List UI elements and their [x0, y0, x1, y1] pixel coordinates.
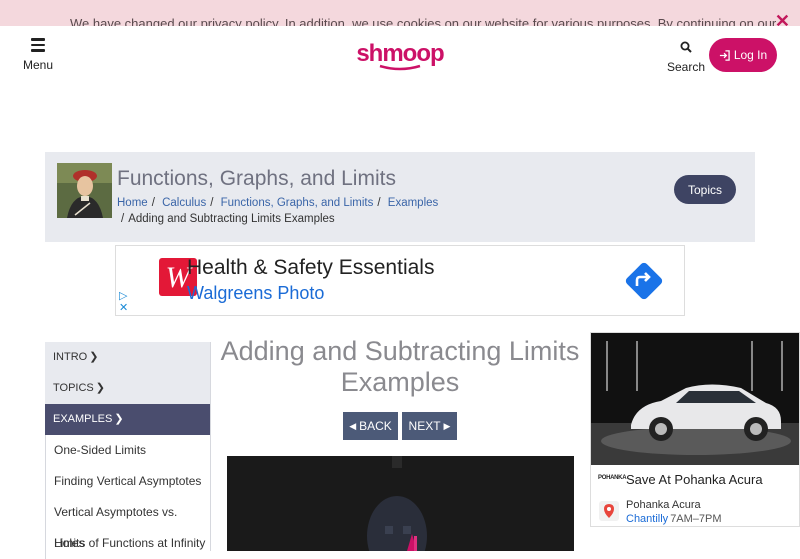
login-button[interactable]: Log In: [709, 38, 777, 72]
cookie-banner-text: We have changed our privacy policy. In a…: [70, 16, 777, 26]
sidebar-item-topics[interactable]: TOPICS ❯: [45, 373, 210, 404]
chevron-right-icon: ❯: [114, 413, 124, 425]
map-pin-icon: [599, 501, 619, 521]
close-icon[interactable]: ✕: [775, 12, 790, 26]
ad-choices-icon[interactable]: ▷ ✕: [119, 290, 128, 314]
chevron-right-icon: ❯: [89, 351, 99, 363]
hamburger-icon: [31, 38, 45, 52]
breadcrumb-examples[interactable]: Examples: [388, 197, 439, 209]
page-title: Adding and Subtracting Limits Examples: [220, 336, 580, 397]
search-icon: [680, 41, 692, 53]
ad-subtitle: Walgreens Photo: [187, 283, 325, 303]
next-button[interactable]: NEXT ▶: [402, 412, 457, 440]
directions-arrow-icon[interactable]: [624, 261, 664, 301]
next-label: NEXT: [408, 419, 441, 433]
site-header: Menu shmoop Search Log In: [0, 26, 800, 84]
portrait-image: [57, 163, 112, 218]
sidebar-item-examples[interactable]: EXAMPLES ❯: [45, 404, 210, 435]
search-label: Search: [666, 60, 706, 74]
breadcrumb-functions[interactable]: Functions, Graphs, and Limits: [221, 197, 374, 209]
sidebar-item-intro[interactable]: INTRO ❯: [45, 342, 210, 373]
search-button[interactable]: Search: [666, 40, 706, 74]
dealer-hours: 7AM–7PM: [670, 513, 722, 525]
ad-title: Health & Safety Essentials: [187, 256, 435, 279]
chevron-right-icon: ▶: [443, 420, 451, 431]
svg-text:shmoop: shmoop: [356, 40, 444, 67]
sidebar-item-one-sided-limits[interactable]: One-Sided Limits: [45, 435, 210, 466]
topics-button[interactable]: Topics: [674, 175, 736, 204]
login-icon: [719, 49, 730, 61]
topic-title: Functions, Graphs, and Limits: [117, 167, 396, 190]
dealer-location: Chantilly 7AM–7PM: [626, 513, 722, 525]
pohanka-logo: POHANKA: [598, 475, 627, 481]
sidebar-item-vertical-asymptotes-vs-holes[interactable]: Vertical Asymptotes vs. Holes: [45, 497, 210, 550]
login-label: Log In: [733, 48, 768, 62]
shmoop-logo[interactable]: shmoop: [350, 35, 450, 75]
menu-label: Menu: [22, 57, 54, 72]
video-player[interactable]: [227, 456, 574, 551]
breadcrumb: Home / Calculus / Functions, Graphs, and L…: [117, 197, 439, 225]
dealer-name: Pohanka Acura: [626, 499, 701, 511]
breadcrumb-current: Adding and Subtracting Limits Examples: [128, 213, 335, 225]
chevron-right-icon: ❯: [95, 382, 105, 394]
sidebar-item-finding-vertical-asymptotes[interactable]: Finding Vertical Asymptotes: [45, 466, 210, 497]
chevron-left-icon: ◀: [349, 420, 357, 431]
back-label: BACK: [359, 419, 392, 433]
back-button[interactable]: ◀ BACK: [343, 412, 398, 440]
breadcrumb-calculus[interactable]: Calculus: [162, 197, 206, 209]
breadcrumb-panel: Functions, Graphs, and Limits Home / Calc…: [45, 152, 755, 242]
menu-button[interactable]: Menu: [20, 38, 56, 74]
sidebar-item-limits-at-infinity[interactable]: Limits of Functions at Infinity: [45, 528, 210, 559]
breadcrumb-home[interactable]: Home: [117, 197, 148, 209]
cookie-banner: We have changed our privacy policy. In a…: [0, 0, 800, 26]
dealer-ad[interactable]: POHANKA Save At Pohanka Acura Pohanka Ac…: [590, 332, 800, 527]
ad-banner[interactable]: W Health & Safety Essentials Walgreens P…: [115, 245, 685, 316]
dealer-ad-title: Save At Pohanka Acura: [626, 472, 763, 487]
car-image: [591, 333, 799, 465]
sidebar-nav: INTRO ❯ TOPICS ❯ EXAMPLES ❯ One-Sided Limit…: [45, 342, 211, 559]
